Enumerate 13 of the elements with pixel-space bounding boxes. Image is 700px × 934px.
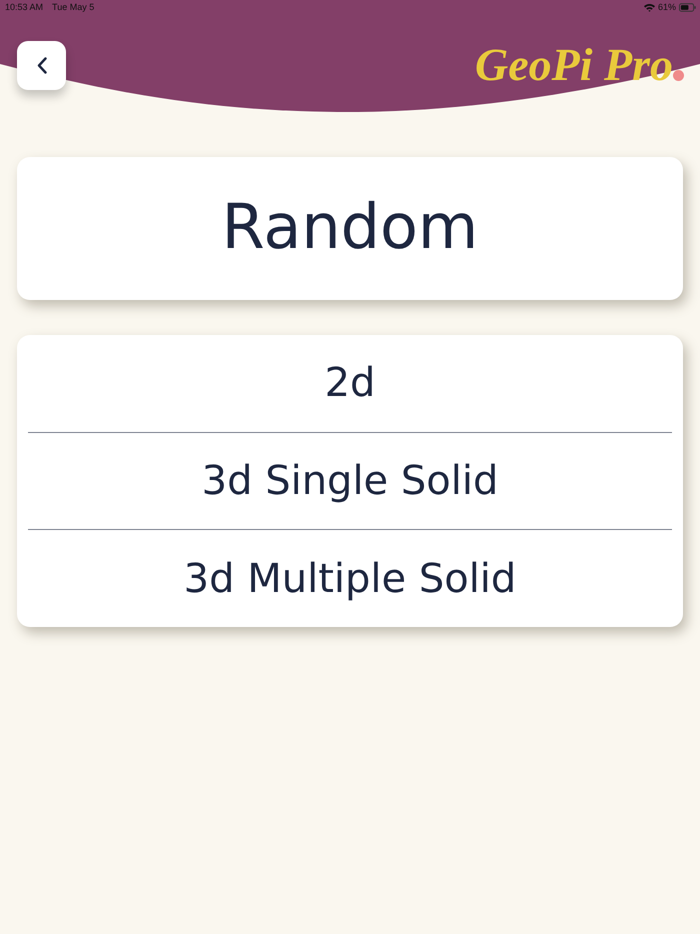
battery-percent: 61% xyxy=(658,2,676,12)
option-item[interactable]: 3d Single Solid xyxy=(28,432,672,530)
random-card[interactable]: Random xyxy=(17,157,683,300)
status-date: Tue May 5 xyxy=(52,2,94,12)
wifi-icon xyxy=(644,2,655,12)
dot-icon xyxy=(673,70,684,81)
option-item[interactable]: 3d Multiple Solid xyxy=(28,530,672,628)
back-button[interactable] xyxy=(17,41,66,90)
battery-icon xyxy=(679,2,696,12)
option-item[interactable]: 2d xyxy=(28,335,672,432)
status-time: 10:53 AM xyxy=(5,2,44,12)
chevron-left-icon xyxy=(36,57,46,74)
app-logo: GeoPi Pro xyxy=(474,39,673,91)
